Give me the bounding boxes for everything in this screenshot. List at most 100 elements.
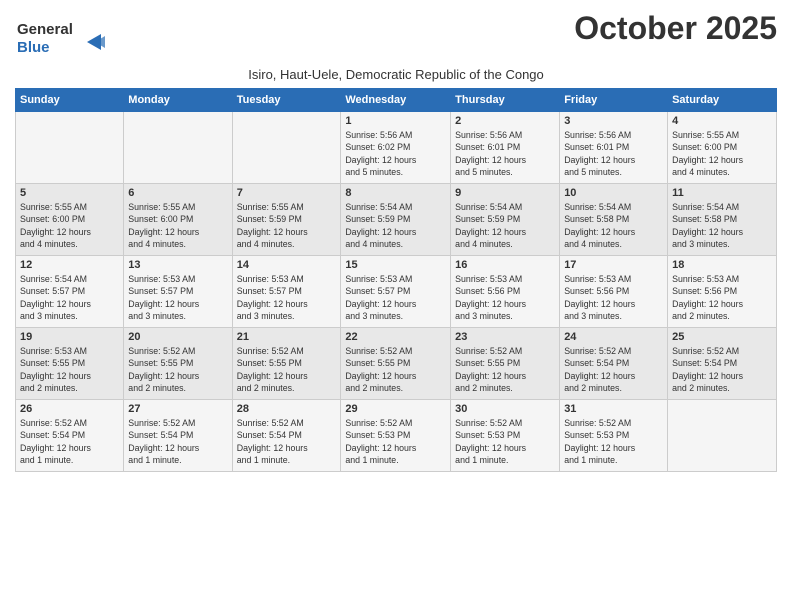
- day-info: Sunrise: 5:52 AM Sunset: 5:54 PM Dayligh…: [237, 417, 337, 466]
- day-info: Sunrise: 5:52 AM Sunset: 5:54 PM Dayligh…: [564, 345, 663, 394]
- day-info: Sunrise: 5:52 AM Sunset: 5:54 PM Dayligh…: [672, 345, 772, 394]
- calendar-header-row: Sunday Monday Tuesday Wednesday Thursday…: [16, 89, 777, 112]
- day-number: 24: [564, 331, 663, 343]
- day-number: 12: [20, 259, 119, 271]
- day-info: Sunrise: 5:53 AM Sunset: 5:56 PM Dayligh…: [564, 273, 663, 322]
- day-number: 11: [672, 187, 772, 199]
- cell-w1-d4: 9 Sunrise: 5:54 AM Sunset: 5:59 PM Daylig…: [451, 184, 560, 256]
- day-number: 28: [237, 403, 337, 415]
- cell-w2-d6: 18 Sunrise: 5:53 AM Sunset: 5:56 PM Dayli…: [668, 256, 777, 328]
- svg-text:Blue: Blue: [17, 39, 50, 56]
- cell-w0-d0: [16, 112, 124, 184]
- day-info: Sunrise: 5:52 AM Sunset: 5:53 PM Dayligh…: [345, 417, 446, 466]
- cell-w0-d4: 2 Sunrise: 5:56 AM Sunset: 6:01 PM Daylig…: [451, 112, 560, 184]
- day-number: 19: [20, 331, 119, 343]
- day-info: Sunrise: 5:54 AM Sunset: 5:59 PM Dayligh…: [455, 201, 555, 250]
- day-info: Sunrise: 5:53 AM Sunset: 5:55 PM Dayligh…: [20, 345, 119, 394]
- day-info: Sunrise: 5:54 AM Sunset: 5:58 PM Dayligh…: [564, 201, 663, 250]
- header-wednesday: Wednesday: [341, 89, 451, 112]
- cell-w1-d0: 5 Sunrise: 5:55 AM Sunset: 6:00 PM Daylig…: [16, 184, 124, 256]
- cell-w1-d5: 10Sunrise: 5:54 AM Sunset: 5:58 PM Dayli…: [560, 184, 668, 256]
- cell-w0-d2: [232, 112, 341, 184]
- cell-w2-d5: 17 Sunrise: 5:53 AM Sunset: 5:56 PM Dayli…: [560, 256, 668, 328]
- cell-w2-d0: 12Sunrise: 5:54 AM Sunset: 5:57 PM Dayli…: [16, 256, 124, 328]
- day-info: Sunrise: 5:53 AM Sunset: 5:56 PM Dayligh…: [455, 273, 555, 322]
- cell-w0-d5: 3Sunrise: 5:56 AM Sunset: 6:01 PM Daylig…: [560, 112, 668, 184]
- day-number: 27: [128, 403, 227, 415]
- day-info: Sunrise: 5:56 AM Sunset: 6:01 PM Dayligh…: [455, 129, 555, 178]
- cell-w2-d3: 15Sunrise: 5:53 AM Sunset: 5:57 PM Dayli…: [341, 256, 451, 328]
- cell-w2-d1: 13 Sunrise: 5:53 AM Sunset: 5:57 PM Dayli…: [124, 256, 232, 328]
- day-number: 31: [564, 403, 663, 415]
- day-info: Sunrise: 5:54 AM Sunset: 5:58 PM Dayligh…: [672, 201, 772, 250]
- day-number: 29: [345, 403, 446, 415]
- day-number: 30: [455, 403, 555, 415]
- day-number: 9: [455, 187, 555, 199]
- day-info: Sunrise: 5:52 AM Sunset: 5:53 PM Dayligh…: [455, 417, 555, 466]
- cell-w3-d4: 23Sunrise: 5:52 AM Sunset: 5:55 PM Dayli…: [451, 328, 560, 400]
- day-number: 16: [455, 259, 555, 271]
- cell-w4-d4: 30 Sunrise: 5:52 AM Sunset: 5:53 PM Dayli…: [451, 400, 560, 472]
- week-row-1: 5 Sunrise: 5:55 AM Sunset: 6:00 PM Daylig…: [16, 184, 777, 256]
- cell-w4-d2: 28 Sunrise: 5:52 AM Sunset: 5:54 PM Dayli…: [232, 400, 341, 472]
- month-title: October 2025: [574, 10, 777, 47]
- day-number: 8: [345, 187, 446, 199]
- day-number: 25: [672, 331, 772, 343]
- day-info: Sunrise: 5:56 AM Sunset: 6:01 PM Dayligh…: [564, 129, 663, 178]
- calendar-table: Sunday Monday Tuesday Wednesday Thursday…: [15, 88, 777, 472]
- day-number: 26: [20, 403, 119, 415]
- header-tuesday: Tuesday: [232, 89, 341, 112]
- day-number: 5: [20, 187, 119, 199]
- header-thursday: Thursday: [451, 89, 560, 112]
- cell-w4-d1: 27Sunrise: 5:52 AM Sunset: 5:54 PM Dayli…: [124, 400, 232, 472]
- day-info: Sunrise: 5:55 AM Sunset: 5:59 PM Dayligh…: [237, 201, 337, 250]
- day-info: Sunrise: 5:52 AM Sunset: 5:53 PM Dayligh…: [564, 417, 663, 466]
- day-info: Sunrise: 5:53 AM Sunset: 5:57 PM Dayligh…: [345, 273, 446, 322]
- week-row-4: 26 Sunrise: 5:52 AM Sunset: 5:54 PM Dayli…: [16, 400, 777, 472]
- cell-w0-d3: 1 Sunrise: 5:56 AM Sunset: 6:02 PM Daylig…: [341, 112, 451, 184]
- day-info: Sunrise: 5:56 AM Sunset: 6:02 PM Dayligh…: [345, 129, 446, 178]
- svg-text:General: General: [17, 21, 73, 38]
- cell-w0-d6: 4 Sunrise: 5:55 AM Sunset: 6:00 PM Daylig…: [668, 112, 777, 184]
- page: General Blue October 2025 Isiro, Haut-Ue…: [0, 0, 792, 612]
- day-number: 1: [345, 115, 446, 127]
- cell-w3-d5: 24 Sunrise: 5:52 AM Sunset: 5:54 PM Dayli…: [560, 328, 668, 400]
- subtitle: Isiro, Haut-Uele, Democratic Republic of…: [15, 67, 777, 82]
- cell-w1-d3: 8Sunrise: 5:54 AM Sunset: 5:59 PM Daylig…: [341, 184, 451, 256]
- day-number: 7: [237, 187, 337, 199]
- day-info: Sunrise: 5:53 AM Sunset: 5:57 PM Dayligh…: [128, 273, 227, 322]
- day-number: 14: [237, 259, 337, 271]
- day-number: 2: [455, 115, 555, 127]
- cell-w1-d6: 11 Sunrise: 5:54 AM Sunset: 5:58 PM Dayli…: [668, 184, 777, 256]
- week-row-2: 12Sunrise: 5:54 AM Sunset: 5:57 PM Dayli…: [16, 256, 777, 328]
- cell-w2-d4: 16 Sunrise: 5:53 AM Sunset: 5:56 PM Dayli…: [451, 256, 560, 328]
- cell-w3-d3: 22Sunrise: 5:52 AM Sunset: 5:55 PM Dayli…: [341, 328, 451, 400]
- header-sunday: Sunday: [16, 89, 124, 112]
- cell-w1-d2: 7 Sunrise: 5:55 AM Sunset: 5:59 PM Daylig…: [232, 184, 341, 256]
- week-row-0: 1 Sunrise: 5:56 AM Sunset: 6:02 PM Daylig…: [16, 112, 777, 184]
- cell-w4-d3: 29 Sunrise: 5:52 AM Sunset: 5:53 PM Dayli…: [341, 400, 451, 472]
- day-number: 17: [564, 259, 663, 271]
- day-number: 20: [128, 331, 227, 343]
- header: General Blue October 2025: [15, 10, 777, 63]
- day-number: 6: [128, 187, 227, 199]
- cell-w0-d1: [124, 112, 232, 184]
- day-info: Sunrise: 5:52 AM Sunset: 5:55 PM Dayligh…: [237, 345, 337, 394]
- day-number: 4: [672, 115, 772, 127]
- title-section: October 2025: [574, 10, 777, 47]
- day-info: Sunrise: 5:52 AM Sunset: 5:55 PM Dayligh…: [455, 345, 555, 394]
- logo-text: General Blue: [15, 14, 115, 63]
- cell-w3-d1: 20Sunrise: 5:52 AM Sunset: 5:55 PM Dayli…: [124, 328, 232, 400]
- day-info: Sunrise: 5:53 AM Sunset: 5:56 PM Dayligh…: [672, 273, 772, 322]
- cell-w4-d0: 26 Sunrise: 5:52 AM Sunset: 5:54 PM Dayli…: [16, 400, 124, 472]
- week-row-3: 19 Sunrise: 5:53 AM Sunset: 5:55 PM Dayli…: [16, 328, 777, 400]
- day-info: Sunrise: 5:53 AM Sunset: 5:57 PM Dayligh…: [237, 273, 337, 322]
- day-info: Sunrise: 5:55 AM Sunset: 6:00 PM Dayligh…: [672, 129, 772, 178]
- cell-w3-d2: 21Sunrise: 5:52 AM Sunset: 5:55 PM Dayli…: [232, 328, 341, 400]
- day-info: Sunrise: 5:52 AM Sunset: 5:54 PM Dayligh…: [20, 417, 119, 466]
- logo: General Blue: [15, 14, 115, 63]
- cell-w4-d5: 31 Sunrise: 5:52 AM Sunset: 5:53 PM Dayli…: [560, 400, 668, 472]
- day-number: 18: [672, 259, 772, 271]
- day-info: Sunrise: 5:55 AM Sunset: 6:00 PM Dayligh…: [20, 201, 119, 250]
- day-number: 13: [128, 259, 227, 271]
